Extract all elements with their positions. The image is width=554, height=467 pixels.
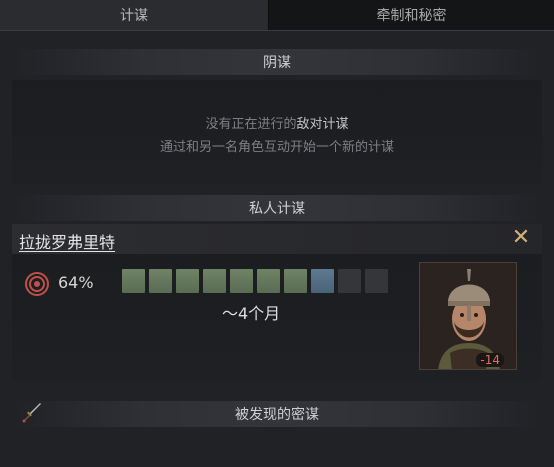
character-portrait-image — [420, 263, 516, 369]
target-icon — [25, 272, 49, 296]
tab-hooks-secrets[interactable]: 牵制和秘密 — [268, 0, 554, 30]
hostile-schemes-panel: 没有正在进行的敌对计谋 通过和另一名角色互动开始一个新的计谋 — [12, 80, 542, 184]
scheme-duration: ～4个月 — [222, 304, 281, 323]
close-icon[interactable]: ✕ — [510, 227, 532, 249]
tab-divider — [0, 30, 554, 31]
progress-segment-done — [176, 269, 199, 293]
tab-hooks-secrets-label: 牵制和秘密 — [376, 8, 447, 24]
target-portrait[interactable]: -14 — [419, 262, 517, 370]
tab-schemes-label: 计谋 — [120, 7, 148, 24]
progress-segment-done — [122, 269, 145, 293]
discovered-schemes-header: 被发现的密谋 — [12, 401, 542, 427]
hostile-empty-hint: 通过和另一名角色互动开始一个新的计谋 — [159, 140, 394, 155]
progress-segment-todo — [338, 269, 361, 293]
tab-bar: 计谋 牵制和秘密 — [0, 0, 554, 30]
hostile-empty-message: 没有正在进行的敌对计谋 — [12, 113, 542, 132]
progress-segment-done — [149, 269, 172, 293]
scheme-name-link[interactable]: 拉拢罗弗里特 — [19, 229, 115, 253]
personal-schemes-title: 私人计谋 — [249, 201, 305, 217]
progress-segment-done — [203, 269, 226, 293]
tab-schemes[interactable]: 计谋 — [0, 0, 268, 30]
progress-segment-done — [230, 269, 253, 293]
hostile-scheme-link[interactable]: 敌对计谋 — [297, 117, 349, 132]
hostile-schemes-header: 阴谋 — [12, 49, 542, 75]
opinion-badge: -14 — [476, 353, 504, 367]
progress-segment-done — [284, 269, 307, 293]
discovered-schemes-title: 被发现的密谋 — [235, 407, 319, 423]
progress-segment-done — [257, 269, 280, 293]
progress-segment-todo — [365, 269, 388, 293]
scheme-title-row: 拉拢罗弗里特 ✕ — [12, 224, 542, 254]
personal-schemes-header: 私人计谋 — [12, 195, 542, 221]
success-chance: 64% — [58, 273, 94, 292]
scheme-progress-bar — [122, 269, 388, 293]
hostile-schemes-title: 阴谋 — [263, 55, 291, 71]
hostile-empty-prefix: 没有正在进行的 — [205, 117, 297, 132]
progress-segment-current — [311, 269, 334, 293]
